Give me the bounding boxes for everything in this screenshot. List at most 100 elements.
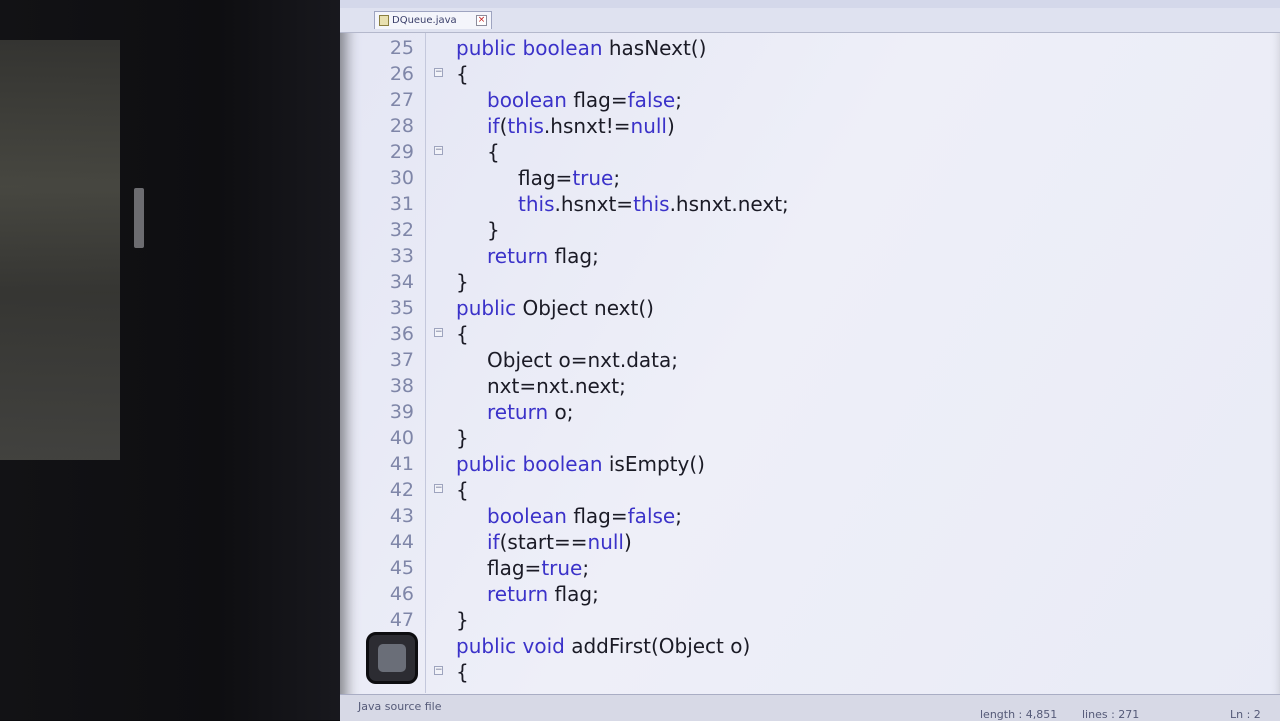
line-number: 32 (389, 219, 414, 241)
line-number: 33 (389, 245, 414, 267)
code-line[interactable]: 37 Object o=nxt.data; (340, 347, 1280, 373)
code-line[interactable]: 45 flag=true; (340, 555, 1280, 581)
code-token: (start== (499, 530, 588, 554)
line-number: 35 (389, 297, 414, 319)
fold-toggle-icon[interactable]: − (434, 68, 443, 77)
line-number: 31 (389, 193, 414, 215)
code-line[interactable]: 43 boolean flag=false; (340, 503, 1280, 529)
code-line[interactable]: 32} (340, 217, 1280, 243)
line-number: 29 (389, 141, 414, 163)
code-token: } (456, 608, 469, 632)
line-number: 34 (389, 271, 414, 293)
code-text: { (456, 659, 469, 685)
code-token: addFirst(Object o) (564, 634, 751, 658)
tab-dqueue-java[interactable]: DQueue.java × (374, 11, 492, 29)
code-line[interactable]: 42 − { (340, 477, 1280, 503)
code-line[interactable]: 46 return flag; (340, 581, 1280, 607)
code-token: flag= (566, 504, 628, 528)
code-text: public Object next() (456, 295, 654, 321)
code-text: public void addFirst(Object o) (456, 633, 750, 659)
fold-toggle-icon[interactable]: − (434, 328, 443, 337)
status-length: length : 4,851 (980, 708, 1058, 721)
code-keyword: boolean (487, 88, 567, 112)
code-text: boolean flag=false; (487, 87, 682, 113)
code-keyword: return (487, 400, 549, 424)
fold-toggle-icon[interactable]: − (434, 146, 443, 155)
line-number: 39 (389, 401, 414, 423)
code-keyword: true (541, 556, 583, 580)
code-token: Object next() (516, 296, 654, 320)
code-line[interactable]: public void addFirst(Object o) (340, 633, 1280, 659)
code-editor[interactable]: 25 public boolean hasNext() 26−{27 boolean … (340, 33, 1280, 693)
code-text: { (456, 321, 469, 347)
code-line[interactable]: 35 public Object next() (340, 295, 1280, 321)
editor-window: DQueue.java × 25 public boolean hasNext()… (340, 0, 1280, 721)
code-line[interactable]: 38 nxt=nxt.next; (340, 373, 1280, 399)
code-token: } (456, 426, 469, 450)
code-token: flag= (487, 556, 542, 580)
code-token: .hsnxt= (554, 192, 634, 216)
code-line[interactable]: 25 public boolean hasNext() (340, 35, 1280, 61)
line-number: 28 (389, 115, 414, 137)
code-token: hasNext() (602, 36, 707, 60)
code-line[interactable]: 39 return o; (340, 399, 1280, 425)
code-text: { (487, 139, 500, 165)
code-token: } (456, 270, 469, 294)
code-line[interactable]: 40} (340, 425, 1280, 451)
code-text: return o; (487, 399, 574, 425)
code-keyword: boolean (487, 504, 567, 528)
code-token: flag= (518, 166, 573, 190)
line-number: 27 (389, 89, 414, 111)
code-line[interactable]: 41 public boolean isEmpty() (340, 451, 1280, 477)
code-line[interactable]: 28 if(this.hsnxt!=null) (340, 113, 1280, 139)
status-lines: lines : 271 (1082, 708, 1140, 721)
fold-toggle-icon[interactable]: − (434, 666, 443, 675)
code-text: if(start==null) (487, 529, 632, 555)
code-keyword: this (518, 192, 555, 216)
code-token: .hsnxt!= (543, 114, 631, 138)
line-number: 38 (389, 375, 414, 397)
code-line[interactable]: 27 boolean flag=false; (340, 87, 1280, 113)
code-text: if(this.hsnxt!=null) (487, 113, 675, 139)
code-token: ; (675, 88, 682, 112)
code-token: ; (613, 166, 621, 190)
code-line[interactable]: 30 flag=true; (340, 165, 1280, 191)
line-number: 25 (389, 37, 414, 59)
code-line[interactable]: 47} (340, 607, 1280, 633)
code-text: { (456, 477, 469, 503)
tab-label: DQueue.java (392, 15, 457, 26)
line-number: 37 (389, 349, 414, 371)
code-line[interactable]: 36 − { (340, 321, 1280, 347)
code-line[interactable]: 34} (340, 269, 1280, 295)
code-keyword: null (587, 530, 624, 554)
code-line[interactable]: 33 return flag; (340, 243, 1280, 269)
overlay-button-icon[interactable] (366, 632, 418, 684)
code-keyword: public boolean (456, 452, 603, 476)
code-line[interactable]: −{ (340, 659, 1280, 685)
code-token: .hsnxt.next; (669, 192, 789, 216)
code-keyword: false (627, 88, 676, 112)
code-token: { (456, 660, 469, 684)
code-token: ) (623, 530, 632, 554)
code-token: { (456, 322, 469, 346)
code-text: public boolean hasNext() (456, 35, 706, 61)
status-position: Ln : 2 (1230, 708, 1261, 721)
java-file-icon (379, 15, 389, 26)
code-line[interactable]: 44 if(start==null) (340, 529, 1280, 555)
code-text: public boolean isEmpty() (456, 451, 705, 477)
line-number: 26 (389, 63, 414, 85)
code-token: { (487, 140, 500, 164)
code-text: boolean flag=false; (487, 503, 682, 529)
code-token: isEmpty() (602, 452, 705, 476)
code-line[interactable]: 26 − { (340, 61, 1280, 87)
line-number: 46 (389, 583, 414, 605)
fold-toggle-icon[interactable]: − (434, 484, 443, 493)
code-line[interactable]: 31 this.hsnxt=this.hsnxt.next; (340, 191, 1280, 217)
tab-bar: DQueue.java × (340, 8, 1280, 33)
line-number: 30 (389, 167, 414, 189)
status-bar: Java source file length : 4,851 lines : … (340, 694, 1280, 721)
code-line[interactable]: 29 − { (340, 139, 1280, 165)
code-text: return flag; (487, 581, 599, 607)
close-tab-icon[interactable]: × (476, 15, 487, 26)
code-token: ) (666, 114, 675, 138)
